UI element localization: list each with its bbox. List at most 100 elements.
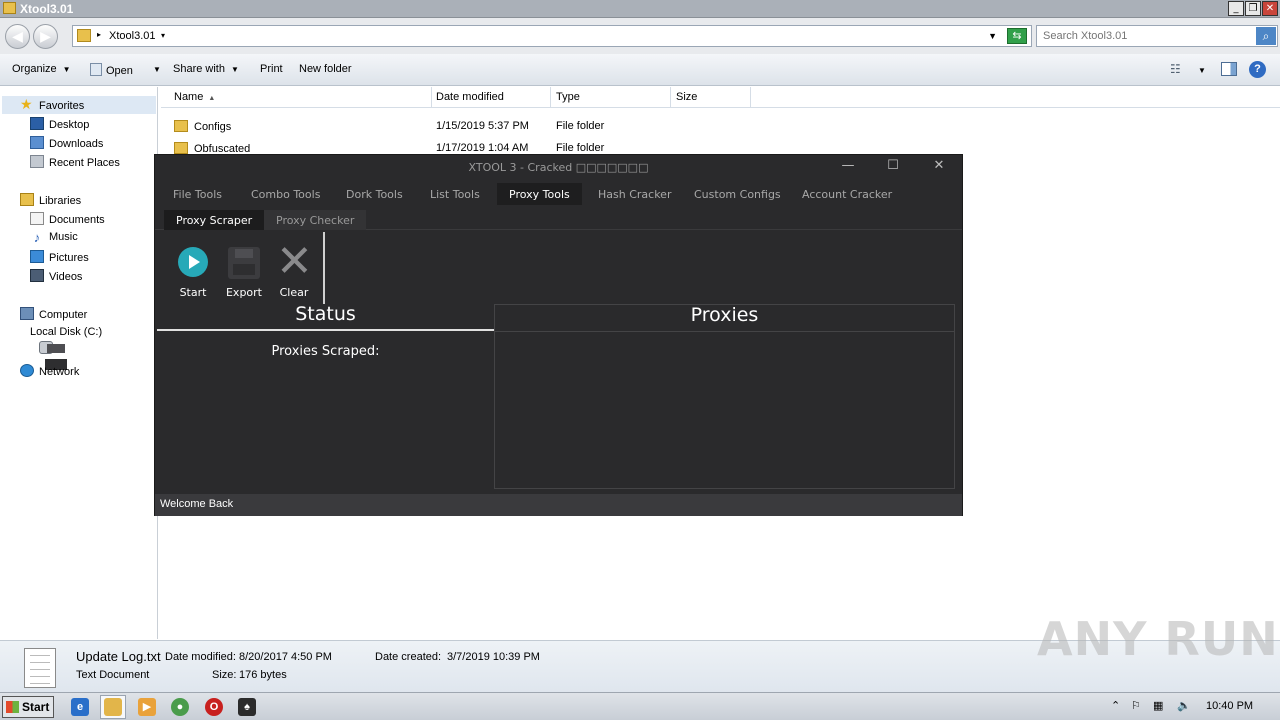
details-date-created: 3/7/2019 10:39 PM (447, 651, 540, 663)
column-name[interactable]: Name ▲ (169, 87, 432, 108)
chevron-down-icon: ▼ (153, 65, 161, 74)
column-size[interactable]: Size (671, 87, 751, 108)
minimize-button[interactable]: _ (1228, 1, 1244, 16)
preview-pane-icon[interactable] (1221, 62, 1237, 76)
folder-icon (174, 142, 188, 154)
subtab-proxy-checker[interactable]: Proxy Checker (264, 210, 367, 230)
nav-music[interactable]: ♪ Music (30, 231, 78, 245)
close-button[interactable]: ✕ (1262, 1, 1278, 16)
tab-list-tools[interactable]: List Tools (430, 183, 480, 205)
recent-places-icon (30, 155, 44, 168)
tab-proxy-tools[interactable]: Proxy Tools (497, 183, 582, 205)
new-folder-button[interactable]: New folder (299, 63, 352, 75)
star-icon: ★ (20, 96, 33, 112)
search-input[interactable] (1037, 26, 1247, 46)
app-minimize-button[interactable]: — (837, 158, 859, 173)
column-date-modified[interactable]: Date modified (431, 87, 551, 108)
nav-computer[interactable]: Computer (20, 307, 87, 321)
network-tray-icon[interactable]: ▦ (1153, 699, 1163, 712)
tab-dork-tools[interactable]: Dork Tools (346, 183, 403, 205)
folder-icon (174, 120, 188, 132)
downloads-icon (30, 136, 44, 149)
scraper-toolbar: Start Export ✕ Clear (158, 232, 325, 304)
open-icon (90, 63, 102, 76)
action-center-icon[interactable]: ⚐ (1131, 699, 1141, 712)
tab-account-cracker[interactable]: Account Cracker (802, 183, 892, 205)
subtab-proxy-scraper[interactable]: Proxy Scraper (164, 210, 265, 230)
ie-icon[interactable]: e (71, 698, 89, 716)
windows-logo-icon (6, 701, 19, 713)
address-bar[interactable]: ▸ Xtool3.01 ▾ ▼ ⇆ (72, 25, 1032, 47)
back-button[interactable]: ◀ (5, 24, 30, 49)
refresh-icon: ⇆ (1012, 30, 1022, 42)
app-maximize-button[interactable]: ☐ (882, 158, 904, 173)
details-date-modified: 8/20/2017 4:50 PM (239, 651, 332, 663)
tray-expand-icon[interactable]: ⌃ (1111, 699, 1120, 712)
column-type[interactable]: Type (551, 87, 671, 108)
arrow-left-icon: ◀ (12, 28, 23, 44)
nav-libraries[interactable]: Libraries (20, 193, 81, 207)
refresh-button[interactable]: ⇆ (1007, 28, 1027, 44)
breadcrumb-xtool[interactable]: Xtool3.01 (109, 30, 155, 42)
arrow-right-icon: ▶ (40, 28, 51, 44)
disk-icon (39, 341, 67, 370)
start-button[interactable]: Start (2, 696, 54, 718)
nav-pictures[interactable]: Pictures (30, 250, 89, 264)
view-options-icon[interactable]: ☷ (1170, 62, 1181, 76)
text-document-icon (24, 648, 56, 688)
navigation-pane: ★ Favorites Desktop Downloads Recent Plac… (0, 87, 158, 639)
folder-icon (77, 29, 91, 42)
chevron-down-icon[interactable]: ▾ (161, 31, 165, 40)
play-icon (178, 247, 208, 277)
save-icon (228, 247, 260, 279)
tab-hash-cracker[interactable]: Hash Cracker (598, 183, 671, 205)
volume-icon[interactable]: 🔈 (1177, 699, 1191, 712)
open-dropdown[interactable]: ▼ (147, 63, 161, 75)
nav-recent-places[interactable]: Recent Places (30, 155, 120, 169)
address-history-dropdown[interactable]: ▼ (988, 31, 997, 41)
music-icon: ♪ (33, 230, 41, 245)
proxies-heading: Proxies (495, 305, 954, 332)
explorer-title: Xtool3.01 (20, 2, 74, 16)
sort-asc-icon: ▲ (208, 95, 216, 102)
clock[interactable]: 10:40 PM (1206, 700, 1253, 712)
print-button[interactable]: Print (260, 63, 283, 75)
search-box[interactable]: ⌕ (1036, 25, 1278, 47)
xtool-icon[interactable]: ♠ (238, 698, 256, 716)
nav-favorites[interactable]: ★ Favorites (2, 96, 156, 114)
chevron-down-icon[interactable]: ▼ (1198, 66, 1206, 75)
help-icon[interactable]: ? (1249, 61, 1266, 78)
main-tabs: File Tools Combo Tools Dork Tools List T… (155, 183, 962, 205)
chrome-icon[interactable]: ● (171, 698, 189, 716)
nav-downloads[interactable]: Downloads (30, 136, 103, 150)
nav-documents[interactable]: Documents (30, 212, 105, 226)
taskbar: Start e ▶ ● O ♠ ⌃ ⚐ ▦ 🔈 10:40 PM (0, 692, 1280, 720)
nav-local-disk[interactable]: Local Disk (C:) (30, 326, 102, 370)
nav-desktop[interactable]: Desktop (30, 117, 89, 131)
file-row[interactable]: Configs 1/15/2019 5:37 PM File folder (174, 120, 604, 133)
sub-tabs: Proxy Scraper Proxy Checker (155, 208, 962, 230)
tab-combo-tools[interactable]: Combo Tools (251, 183, 320, 205)
restore-button[interactable]: ❐ (1245, 1, 1261, 16)
app-close-button[interactable]: ✕ (928, 158, 950, 173)
app-status-bar: Welcome Back (155, 494, 962, 516)
organize-button[interactable]: Organize ▼ (12, 63, 71, 75)
share-with-button[interactable]: Share with ▼ (173, 63, 239, 75)
nav-network[interactable]: Network (20, 364, 79, 378)
details-date-created-label: Date created: (375, 651, 442, 663)
media-player-icon[interactable]: ▶ (138, 698, 156, 716)
nav-videos[interactable]: Videos (30, 269, 82, 283)
open-button[interactable]: Open (90, 63, 133, 77)
forward-button[interactable]: ▶ (33, 24, 58, 49)
tab-file-tools[interactable]: File Tools (173, 183, 222, 205)
pictures-icon (30, 250, 44, 263)
explorer-icon (104, 698, 122, 716)
opera-icon[interactable]: O (205, 698, 223, 716)
computer-icon (20, 307, 34, 320)
proxies-panel[interactable]: Proxies (494, 304, 955, 489)
tab-custom-configs[interactable]: Custom Configs (694, 183, 781, 205)
documents-icon (30, 212, 44, 225)
search-icon[interactable]: ⌕ (1256, 27, 1276, 45)
chevron-down-icon: ▼ (62, 65, 71, 74)
chevron-right-icon[interactable]: ▸ (97, 30, 101, 39)
